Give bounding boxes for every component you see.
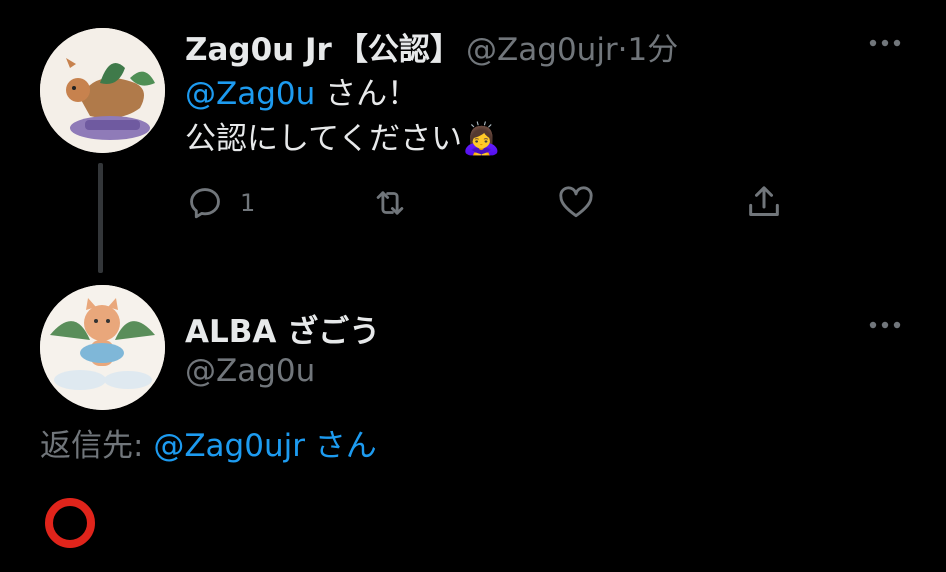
timestamp[interactable]: 1分 [628, 32, 679, 68]
tweet-line-1: @Zag0u さん！ [185, 75, 418, 113]
more-icon[interactable] [866, 24, 904, 70]
replying-to-handle[interactable]: @Zag0ujr [153, 428, 305, 464]
reply-count: 1 [240, 189, 256, 217]
avatar-illustration [40, 285, 165, 410]
avatar[interactable] [40, 28, 165, 153]
handle[interactable]: @Zag0ujr [466, 32, 618, 68]
separator: · [617, 32, 628, 68]
mention-link[interactable]: @Zag0u [185, 76, 315, 112]
reply-header: ALBA ざごう [185, 306, 380, 351]
replying-to: 返信先: @Zag0ujr さん [40, 427, 377, 465]
tweet-header: Zag0u Jr 【公認】 @Zag0ujr·1分 [185, 24, 678, 69]
like-button[interactable] [556, 184, 596, 222]
more-icon[interactable] [866, 306, 904, 352]
like-icon [559, 186, 593, 218]
display-name[interactable]: ALBA ざごう [185, 314, 380, 350]
avatar[interactable] [40, 285, 165, 410]
reply-body: ⭕ [42, 495, 98, 551]
red-circle-icon [45, 498, 95, 548]
handle[interactable]: @Zag0u [185, 352, 315, 390]
tweet-text: 公認にしてください [185, 121, 463, 157]
reply-icon [190, 188, 220, 219]
tweet-line-2: 公認にしてください🙇‍♀️ [185, 120, 501, 158]
avatar-illustration [40, 28, 165, 153]
share-icon [749, 186, 779, 216]
tweet-text-suffix: さん！ [315, 76, 419, 112]
replying-to-label: 返信先: [40, 428, 154, 464]
replying-to-suffix: さん [304, 428, 377, 464]
share-button[interactable] [744, 182, 784, 222]
retweet-button[interactable] [370, 184, 410, 222]
display-name[interactable]: Zag0u Jr [185, 32, 332, 68]
retweet-icon [376, 191, 404, 215]
thread-connector [98, 163, 103, 273]
verified-badge-text: 【公認】 [336, 32, 461, 68]
reply-button[interactable]: 1 [186, 184, 255, 222]
bowing-woman-emoji: 🙇‍♀️ [462, 121, 501, 157]
